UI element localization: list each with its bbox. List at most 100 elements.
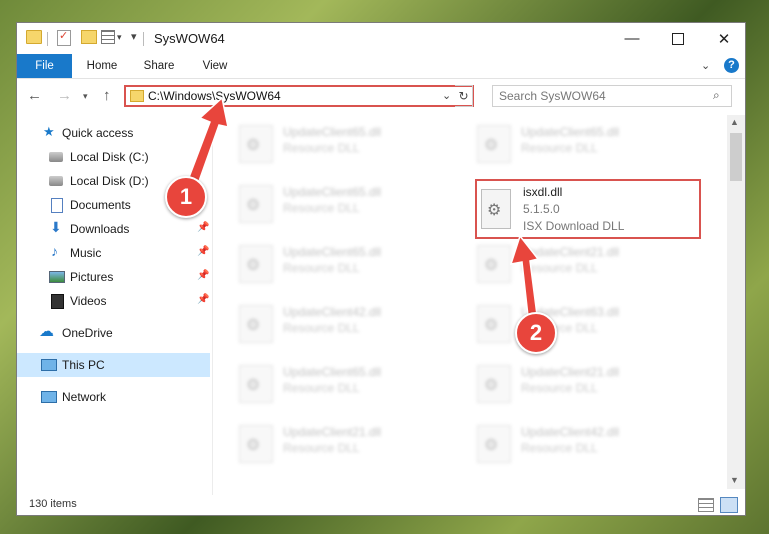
file-type: Resource DLL xyxy=(283,441,360,455)
tab-share[interactable]: Share xyxy=(139,54,179,78)
close-icon: ✕ xyxy=(717,30,731,48)
file-item[interactable]: UpdateClient65.dll Resource DLL xyxy=(213,357,441,413)
file-type: Resource DLL xyxy=(521,141,598,155)
sidebar-item-local-disk-c[interactable]: Local Disk (C:) xyxy=(17,145,210,169)
title-bar: ▾ ▾ SysWOW64 — ✕ xyxy=(17,23,745,54)
expand-ribbon-icon[interactable]: ⌄ xyxy=(701,59,710,72)
maximize-icon xyxy=(672,32,684,45)
sidebar-item-music[interactable]: ♪ Music 📌 xyxy=(17,241,210,265)
file-item[interactable]: UpdateClient21.dll Resource DLL xyxy=(451,357,679,413)
details-view-icon[interactable] xyxy=(698,498,714,512)
file-item[interactable]: UpdateClient21.dll Resource DLL xyxy=(213,417,441,473)
back-arrow-icon[interactable]: ← xyxy=(27,87,42,104)
chevron-down-icon[interactable]: ▾ xyxy=(117,32,122,43)
file-item[interactable]: UpdateClient65.dll Resource DLL xyxy=(213,237,441,293)
dll-file-icon xyxy=(239,425,273,463)
search-input[interactable]: Search SysWOW64 ⌕ xyxy=(492,85,732,107)
customize-toolbar-icon[interactable]: ▾ xyxy=(131,30,137,43)
up-arrow-icon[interactable]: ↑ xyxy=(103,87,111,104)
sidebar-item-label: Documents xyxy=(70,198,131,212)
tiles-view-icon[interactable] xyxy=(720,497,738,513)
sidebar-item-label: Downloads xyxy=(70,222,130,236)
scroll-thumb[interactable] xyxy=(730,133,742,181)
minimize-icon: — xyxy=(624,30,640,47)
properties-icon[interactable] xyxy=(57,29,71,46)
tab-home[interactable]: Home xyxy=(81,54,123,78)
dll-file-icon xyxy=(477,365,511,403)
file-item[interactable]: UpdateClient63.dll Resource DLL xyxy=(451,297,679,353)
star-icon: ★ xyxy=(43,124,55,139)
navigation-pane: ★ Quick access Local Disk (C:) Local Dis… xyxy=(17,115,213,495)
ribbon-tabs: File Home Share View ⌄ ? xyxy=(17,54,745,79)
dll-file-icon xyxy=(239,245,273,283)
address-bar[interactable]: C:\Windows\SysWOW64 ⌄ xyxy=(124,85,474,107)
search-icon[interactable]: ⌕ xyxy=(713,88,720,103)
address-path[interactable]: C:\Windows\SysWOW64 xyxy=(148,89,281,103)
file-type: Resource DLL xyxy=(283,141,360,155)
pin-icon[interactable]: 📌 xyxy=(197,222,209,233)
sidebar-item-label: Network xyxy=(62,390,107,404)
file-description: ISX Download DLL xyxy=(523,219,625,233)
dll-file-icon xyxy=(481,189,511,229)
sidebar-item-label: Local Disk (C:) xyxy=(70,150,149,164)
step-1-marker: 1 xyxy=(165,176,207,218)
chevron-down-icon[interactable]: ⌄ xyxy=(442,89,451,102)
view-icon[interactable] xyxy=(101,30,115,44)
tab-view[interactable]: View xyxy=(197,54,233,78)
recent-locations-icon[interactable]: ▾ xyxy=(83,91,88,102)
vertical-scrollbar[interactable]: ▲ ▼ xyxy=(727,115,745,489)
file-name: UpdateClient21.dll xyxy=(521,245,620,259)
pin-icon[interactable]: 📌 xyxy=(197,270,209,281)
help-icon[interactable]: ? xyxy=(724,58,739,73)
dll-file-icon xyxy=(239,125,273,163)
download-icon: ⬇ xyxy=(50,219,62,235)
dll-file-icon xyxy=(477,425,511,463)
computer-icon xyxy=(41,359,57,371)
new-folder-icon[interactable] xyxy=(81,30,97,44)
sidebar-item-quick-access[interactable]: ★ Quick access xyxy=(17,121,210,145)
file-list: UpdateClient65.dll Resource DLL UpdateCl… xyxy=(213,115,727,495)
cloud-icon: ☁ xyxy=(39,323,54,340)
dll-file-icon xyxy=(477,125,511,163)
sidebar-item-this-pc[interactable]: This PC xyxy=(17,353,210,377)
sidebar-item-downloads[interactable]: ⬇ Downloads 📌 xyxy=(17,217,210,241)
dll-file-icon xyxy=(239,305,273,343)
file-name: UpdateClient21.dll xyxy=(283,425,382,439)
file-version: 5.1.5.0 xyxy=(523,202,560,216)
sidebar-item-pictures[interactable]: Pictures 📌 xyxy=(17,265,210,289)
sidebar-item-network[interactable]: Network xyxy=(17,385,210,409)
minimize-button[interactable]: — xyxy=(609,23,655,54)
file-item[interactable]: UpdateClient42.dll Resource DLL xyxy=(213,297,441,353)
file-name: UpdateClient65.dll xyxy=(521,125,620,139)
file-item[interactable]: UpdateClient65.dll Resource DLL xyxy=(451,117,679,173)
file-name: UpdateClient65.dll xyxy=(283,125,382,139)
folder-icon xyxy=(130,90,144,102)
file-type: Resource DLL xyxy=(283,201,360,215)
file-name: UpdateClient42.dll xyxy=(283,305,382,319)
file-item[interactable]: UpdateClient65.dll Resource DLL xyxy=(213,177,441,233)
close-button[interactable]: ✕ xyxy=(701,23,745,54)
search-placeholder: Search SysWOW64 xyxy=(499,89,606,103)
file-item[interactable]: UpdateClient65.dll Resource DLL xyxy=(213,117,441,173)
file-name: UpdateClient21.dll xyxy=(521,365,620,379)
maximize-button[interactable] xyxy=(655,23,701,54)
file-item[interactable]: UpdateClient42.dll Resource DLL xyxy=(451,417,679,473)
file-name: UpdateClient65.dll xyxy=(283,185,382,199)
forward-arrow-icon[interactable]: → xyxy=(57,87,72,104)
pin-icon[interactable]: 📌 xyxy=(197,294,209,305)
sidebar-item-videos[interactable]: Videos 📌 xyxy=(17,289,210,313)
highlighted-file-isxdl[interactable]: isxdl.dll 5.1.5.0 ISX Download DLL xyxy=(475,179,701,239)
file-type: Resource DLL xyxy=(521,381,598,395)
documents-icon xyxy=(51,198,63,213)
file-name: isxdl.dll xyxy=(523,185,563,199)
tab-file[interactable]: File xyxy=(17,54,72,78)
file-name: UpdateClient42.dll xyxy=(521,425,620,439)
file-name: UpdateClient65.dll xyxy=(283,245,382,259)
pin-icon[interactable]: 📌 xyxy=(197,246,209,257)
dll-file-icon xyxy=(477,305,511,343)
refresh-button[interactable]: ↻ xyxy=(455,85,473,107)
sidebar-item-onedrive[interactable]: ☁ OneDrive xyxy=(17,321,210,345)
file-item[interactable]: UpdateClient21.dll Resource DLL xyxy=(451,237,679,293)
scroll-up-icon[interactable]: ▲ xyxy=(730,117,739,127)
scroll-down-icon[interactable]: ▼ xyxy=(730,475,739,485)
